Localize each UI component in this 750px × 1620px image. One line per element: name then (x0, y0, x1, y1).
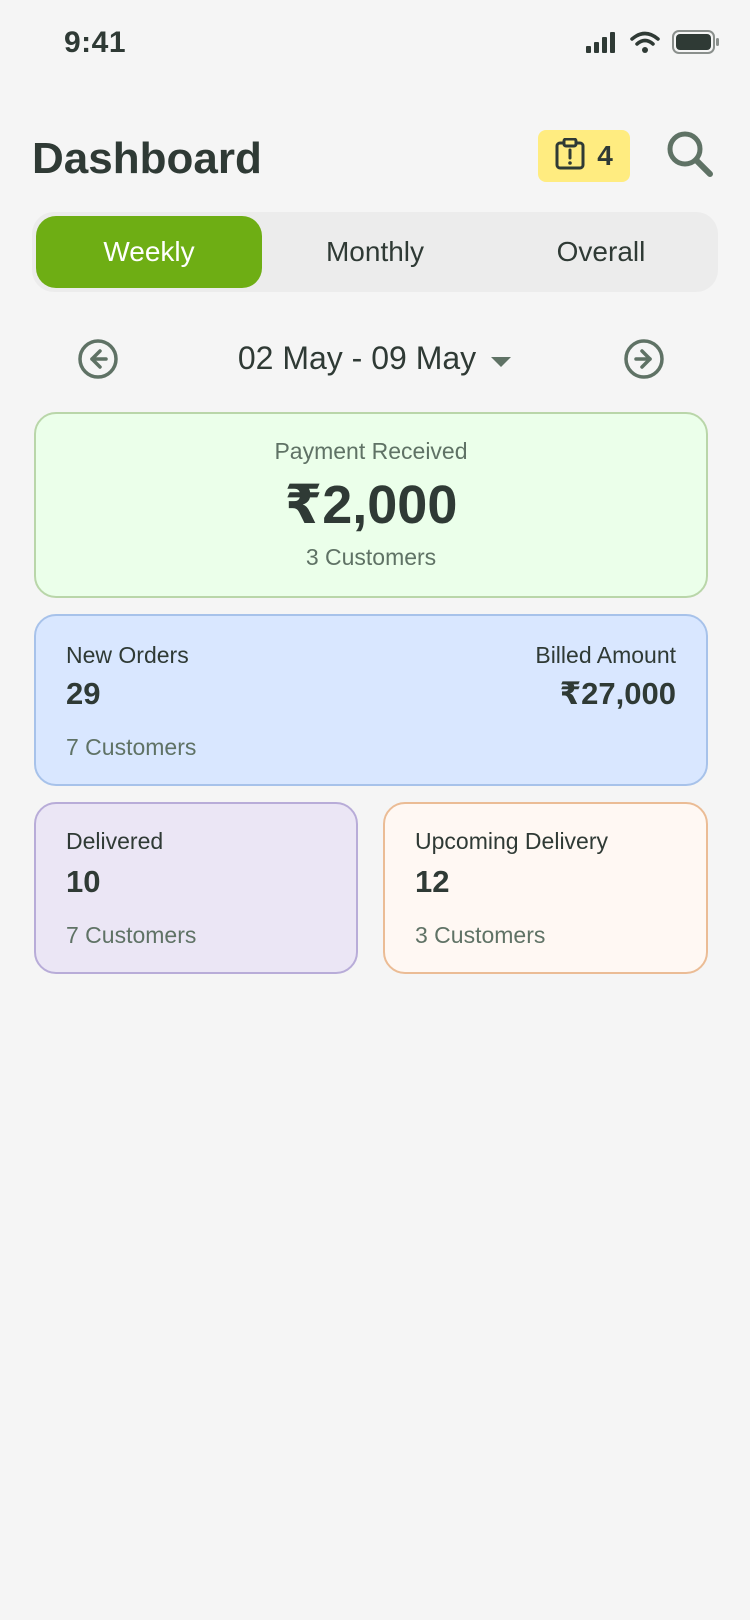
status-icons (586, 30, 720, 54)
clipboard-alert-icon (555, 137, 585, 175)
date-range-selector[interactable]: 02 May - 09 May (32, 340, 718, 377)
date-range-label: 02 May - 09 May (237, 340, 477, 376)
new-orders-card[interactable]: New Orders 29 Billed Amount ₹27,000 7 Cu… (34, 614, 708, 786)
caret-down-icon (490, 340, 512, 377)
upcoming-delivery-customers: 3 Customers (415, 922, 546, 948)
wifi-icon (630, 31, 660, 53)
payment-amount: ₹2,000 (284, 475, 458, 535)
page-title: Dashboard (32, 134, 262, 183)
tab-overall[interactable]: Overall (488, 216, 714, 288)
period-tabs: Weekly Monthly Overall (32, 212, 718, 292)
search-button[interactable] (662, 128, 718, 184)
status-bar: 9:41 (0, 0, 750, 90)
search-icon (665, 129, 715, 184)
billed-amount-label: Billed Amount (535, 642, 676, 668)
delivered-label: Delivered (66, 828, 164, 854)
arrow-right-circle-icon (623, 338, 665, 385)
payment-customers: 3 Customers (305, 544, 437, 570)
upcoming-delivery-value: 12 (415, 864, 450, 899)
alert-badge[interactable]: 4 (538, 130, 630, 182)
battery-icon (672, 30, 720, 54)
upcoming-delivery-label: Upcoming Delivery (415, 828, 609, 854)
tab-weekly[interactable]: Weekly (36, 216, 262, 288)
delivered-value: 10 (66, 864, 101, 899)
next-period-button[interactable] (623, 338, 665, 385)
new-orders-customers: 7 Customers (66, 734, 197, 760)
new-orders-label: New Orders (66, 642, 189, 668)
alert-count: 4 (597, 140, 613, 171)
delivered-customers: 7 Customers (66, 922, 197, 948)
header: Dashboard 4 (32, 128, 718, 188)
payment-label: Payment Received (274, 438, 468, 464)
date-navigator: 02 May - 09 May (32, 330, 718, 390)
dashboard-screen: 9:41 Dashboard 4 Weekly Monthly Overall … (0, 0, 750, 1620)
tab-monthly[interactable]: Monthly (262, 216, 488, 288)
status-time: 9:41 (64, 26, 127, 59)
new-orders-value: 29 (66, 676, 101, 711)
payment-received-card[interactable]: Payment Received ₹2,000 3 Customers (34, 412, 708, 598)
signal-icon (586, 31, 618, 53)
upcoming-delivery-card[interactable]: Upcoming Delivery 12 3 Customers (383, 802, 708, 974)
billed-amount-value: ₹27,000 (559, 676, 676, 711)
delivered-card[interactable]: Delivered 10 7 Customers (34, 802, 358, 974)
